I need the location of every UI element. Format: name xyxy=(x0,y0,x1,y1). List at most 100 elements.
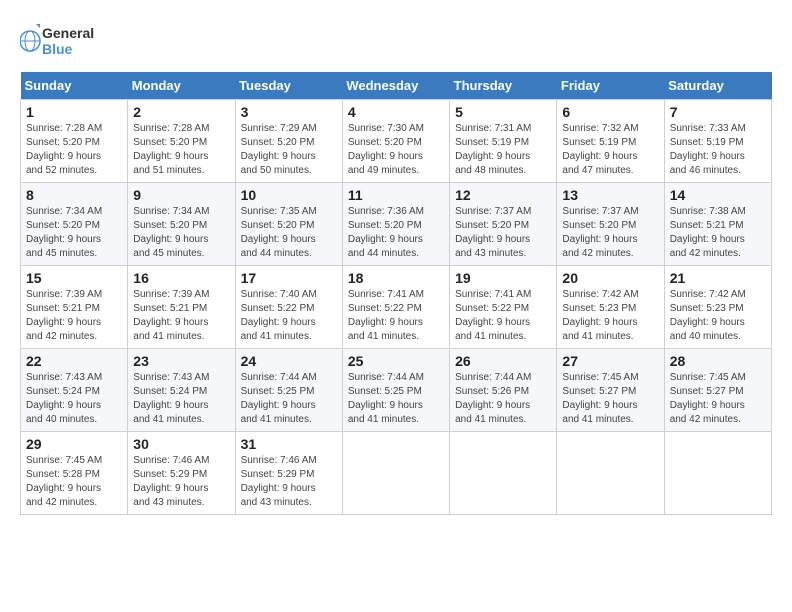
day-header-saturday: Saturday xyxy=(664,72,771,100)
day-info: Sunrise: 7:43 AMSunset: 5:24 PMDaylight:… xyxy=(133,372,209,425)
day-info: Sunrise: 7:45 AMSunset: 5:27 PMDaylight:… xyxy=(670,372,746,425)
calendar-cell: 12 Sunrise: 7:37 AMSunset: 5:20 PMDayligh… xyxy=(450,183,557,266)
calendar-cell: 5 Sunrise: 7:31 AMSunset: 5:19 PMDaylight… xyxy=(450,100,557,183)
day-number: 12 xyxy=(455,187,551,203)
page-header: General Blue xyxy=(20,20,772,62)
day-header-monday: Monday xyxy=(128,72,235,100)
day-number: 13 xyxy=(562,187,658,203)
day-info: Sunrise: 7:42 AMSunset: 5:23 PMDaylight:… xyxy=(670,289,746,342)
day-number: 22 xyxy=(26,353,122,369)
calendar-body: 1 Sunrise: 7:28 AMSunset: 5:20 PMDaylight… xyxy=(21,100,772,515)
calendar-cell: 24 Sunrise: 7:44 AMSunset: 5:25 PMDayligh… xyxy=(235,349,342,432)
day-number: 9 xyxy=(133,187,229,203)
calendar-cell: 16Sunrise: 7:39 AMSunset: 5:21 PMDayligh… xyxy=(128,266,235,349)
day-number: 25 xyxy=(348,353,444,369)
calendar-cell: 22Sunrise: 7:43 AMSunset: 5:24 PMDayligh… xyxy=(21,349,128,432)
logo: General Blue xyxy=(20,20,100,62)
calendar-week-row: 8 Sunrise: 7:34 AMSunset: 5:20 PMDaylight… xyxy=(21,183,772,266)
day-header-wednesday: Wednesday xyxy=(342,72,449,100)
day-info: Sunrise: 7:29 AMSunset: 5:20 PMDaylight:… xyxy=(241,123,317,176)
day-info: Sunrise: 7:40 AMSunset: 5:22 PMDaylight:… xyxy=(241,289,317,342)
calendar-cell: 31 Sunrise: 7:46 AMSunset: 5:29 PMDayligh… xyxy=(235,432,342,515)
calendar-cell xyxy=(342,432,449,515)
day-number: 19 xyxy=(455,270,551,286)
calendar-week-row: 29 Sunrise: 7:45 AMSunset: 5:28 PMDayligh… xyxy=(21,432,772,515)
day-info: Sunrise: 7:28 AMSunset: 5:20 PMDaylight:… xyxy=(26,123,102,176)
day-header-thursday: Thursday xyxy=(450,72,557,100)
calendar-cell: 30 Sunrise: 7:46 AMSunset: 5:29 PMDayligh… xyxy=(128,432,235,515)
day-number: 10 xyxy=(241,187,337,203)
calendar-cell: 11 Sunrise: 7:36 AMSunset: 5:20 PMDayligh… xyxy=(342,183,449,266)
calendar-cell: 29 Sunrise: 7:45 AMSunset: 5:28 PMDayligh… xyxy=(21,432,128,515)
calendar-table: SundayMondayTuesdayWednesdayThursdayFrid… xyxy=(20,72,772,515)
calendar-week-row: 1 Sunrise: 7:28 AMSunset: 5:20 PMDaylight… xyxy=(21,100,772,183)
day-info: Sunrise: 7:31 AMSunset: 5:19 PMDaylight:… xyxy=(455,123,531,176)
day-number: 27 xyxy=(562,353,658,369)
day-number: 29 xyxy=(26,436,122,452)
calendar-cell: 1 Sunrise: 7:28 AMSunset: 5:20 PMDaylight… xyxy=(21,100,128,183)
calendar-cell xyxy=(450,432,557,515)
calendar-cell: 23Sunrise: 7:43 AMSunset: 5:24 PMDayligh… xyxy=(128,349,235,432)
day-header-sunday: Sunday xyxy=(21,72,128,100)
day-info: Sunrise: 7:41 AMSunset: 5:22 PMDaylight:… xyxy=(455,289,531,342)
day-number: 3 xyxy=(241,104,337,120)
day-number: 5 xyxy=(455,104,551,120)
calendar-cell: 18Sunrise: 7:41 AMSunset: 5:22 PMDayligh… xyxy=(342,266,449,349)
day-info: Sunrise: 7:38 AMSunset: 5:21 PMDaylight:… xyxy=(670,206,746,259)
day-info: Sunrise: 7:36 AMSunset: 5:20 PMDaylight:… xyxy=(348,206,424,259)
day-info: Sunrise: 7:46 AMSunset: 5:29 PMDaylight:… xyxy=(241,455,317,508)
calendar-cell: 20 Sunrise: 7:42 AMSunset: 5:23 PMDayligh… xyxy=(557,266,664,349)
day-info: Sunrise: 7:44 AMSunset: 5:26 PMDaylight:… xyxy=(455,372,531,425)
calendar-cell: 13Sunrise: 7:37 AMSunset: 5:20 PMDayligh… xyxy=(557,183,664,266)
day-number: 26 xyxy=(455,353,551,369)
calendar-cell: 17Sunrise: 7:40 AMSunset: 5:22 PMDayligh… xyxy=(235,266,342,349)
calendar-cell xyxy=(557,432,664,515)
day-info: Sunrise: 7:45 AMSunset: 5:27 PMDaylight:… xyxy=(562,372,638,425)
calendar-cell: 4 Sunrise: 7:30 AMSunset: 5:20 PMDaylight… xyxy=(342,100,449,183)
day-info: Sunrise: 7:34 AMSunset: 5:20 PMDaylight:… xyxy=(133,206,209,259)
calendar-cell: 10Sunrise: 7:35 AMSunset: 5:20 PMDayligh… xyxy=(235,183,342,266)
day-info: Sunrise: 7:37 AMSunset: 5:20 PMDaylight:… xyxy=(455,206,531,259)
day-number: 8 xyxy=(26,187,122,203)
day-number: 21 xyxy=(670,270,766,286)
day-number: 24 xyxy=(241,353,337,369)
day-info: Sunrise: 7:34 AMSunset: 5:20 PMDaylight:… xyxy=(26,206,102,259)
day-number: 20 xyxy=(562,270,658,286)
calendar-week-row: 22 Sunrise: 7:43 AMSunset: 5:24 PMDayligh… xyxy=(21,349,772,432)
calendar-cell: 14 Sunrise: 7:38 AMSunset: 5:21 PMDayligh… xyxy=(664,183,771,266)
day-header-tuesday: Tuesday xyxy=(235,72,342,100)
calendar-cell xyxy=(664,432,771,515)
day-number: 4 xyxy=(348,104,444,120)
day-info: Sunrise: 7:45 AMSunset: 5:28 PMDaylight:… xyxy=(26,455,102,508)
calendar-cell: 28 Sunrise: 7:45 AMSunset: 5:27 PMDayligh… xyxy=(664,349,771,432)
day-number: 31 xyxy=(241,436,337,452)
calendar-header-row: SundayMondayTuesdayWednesdayThursdayFrid… xyxy=(21,72,772,100)
day-info: Sunrise: 7:42 AMSunset: 5:23 PMDaylight:… xyxy=(562,289,638,342)
svg-text:General: General xyxy=(42,25,94,41)
day-info: Sunrise: 7:41 AMSunset: 5:22 PMDaylight:… xyxy=(348,289,424,342)
calendar-cell: 15 Sunrise: 7:39 AMSunset: 5:21 PMDayligh… xyxy=(21,266,128,349)
day-info: Sunrise: 7:30 AMSunset: 5:20 PMDaylight:… xyxy=(348,123,424,176)
calendar-cell: 26 Sunrise: 7:44 AMSunset: 5:26 PMDayligh… xyxy=(450,349,557,432)
day-number: 11 xyxy=(348,187,444,203)
day-header-friday: Friday xyxy=(557,72,664,100)
day-number: 16 xyxy=(133,270,229,286)
day-number: 30 xyxy=(133,436,229,452)
day-number: 15 xyxy=(26,270,122,286)
calendar-cell: 7Sunrise: 7:33 AMSunset: 5:19 PMDaylight… xyxy=(664,100,771,183)
calendar-cell: 2Sunrise: 7:28 AMSunset: 5:20 PMDaylight… xyxy=(128,100,235,183)
day-number: 7 xyxy=(670,104,766,120)
calendar-cell: 21 Sunrise: 7:42 AMSunset: 5:23 PMDayligh… xyxy=(664,266,771,349)
day-info: Sunrise: 7:39 AMSunset: 5:21 PMDaylight:… xyxy=(26,289,102,342)
calendar-cell: 19 Sunrise: 7:41 AMSunset: 5:22 PMDayligh… xyxy=(450,266,557,349)
day-info: Sunrise: 7:44 AMSunset: 5:25 PMDaylight:… xyxy=(241,372,317,425)
day-info: Sunrise: 7:46 AMSunset: 5:29 PMDaylight:… xyxy=(133,455,209,508)
day-info: Sunrise: 7:44 AMSunset: 5:25 PMDaylight:… xyxy=(348,372,424,425)
day-number: 28 xyxy=(670,353,766,369)
svg-text:Blue: Blue xyxy=(42,41,73,57)
calendar-cell: 9 Sunrise: 7:34 AMSunset: 5:20 PMDaylight… xyxy=(128,183,235,266)
calendar-cell: 3 Sunrise: 7:29 AMSunset: 5:20 PMDaylight… xyxy=(235,100,342,183)
day-number: 1 xyxy=(26,104,122,120)
day-info: Sunrise: 7:28 AMSunset: 5:20 PMDaylight:… xyxy=(133,123,209,176)
day-number: 14 xyxy=(670,187,766,203)
